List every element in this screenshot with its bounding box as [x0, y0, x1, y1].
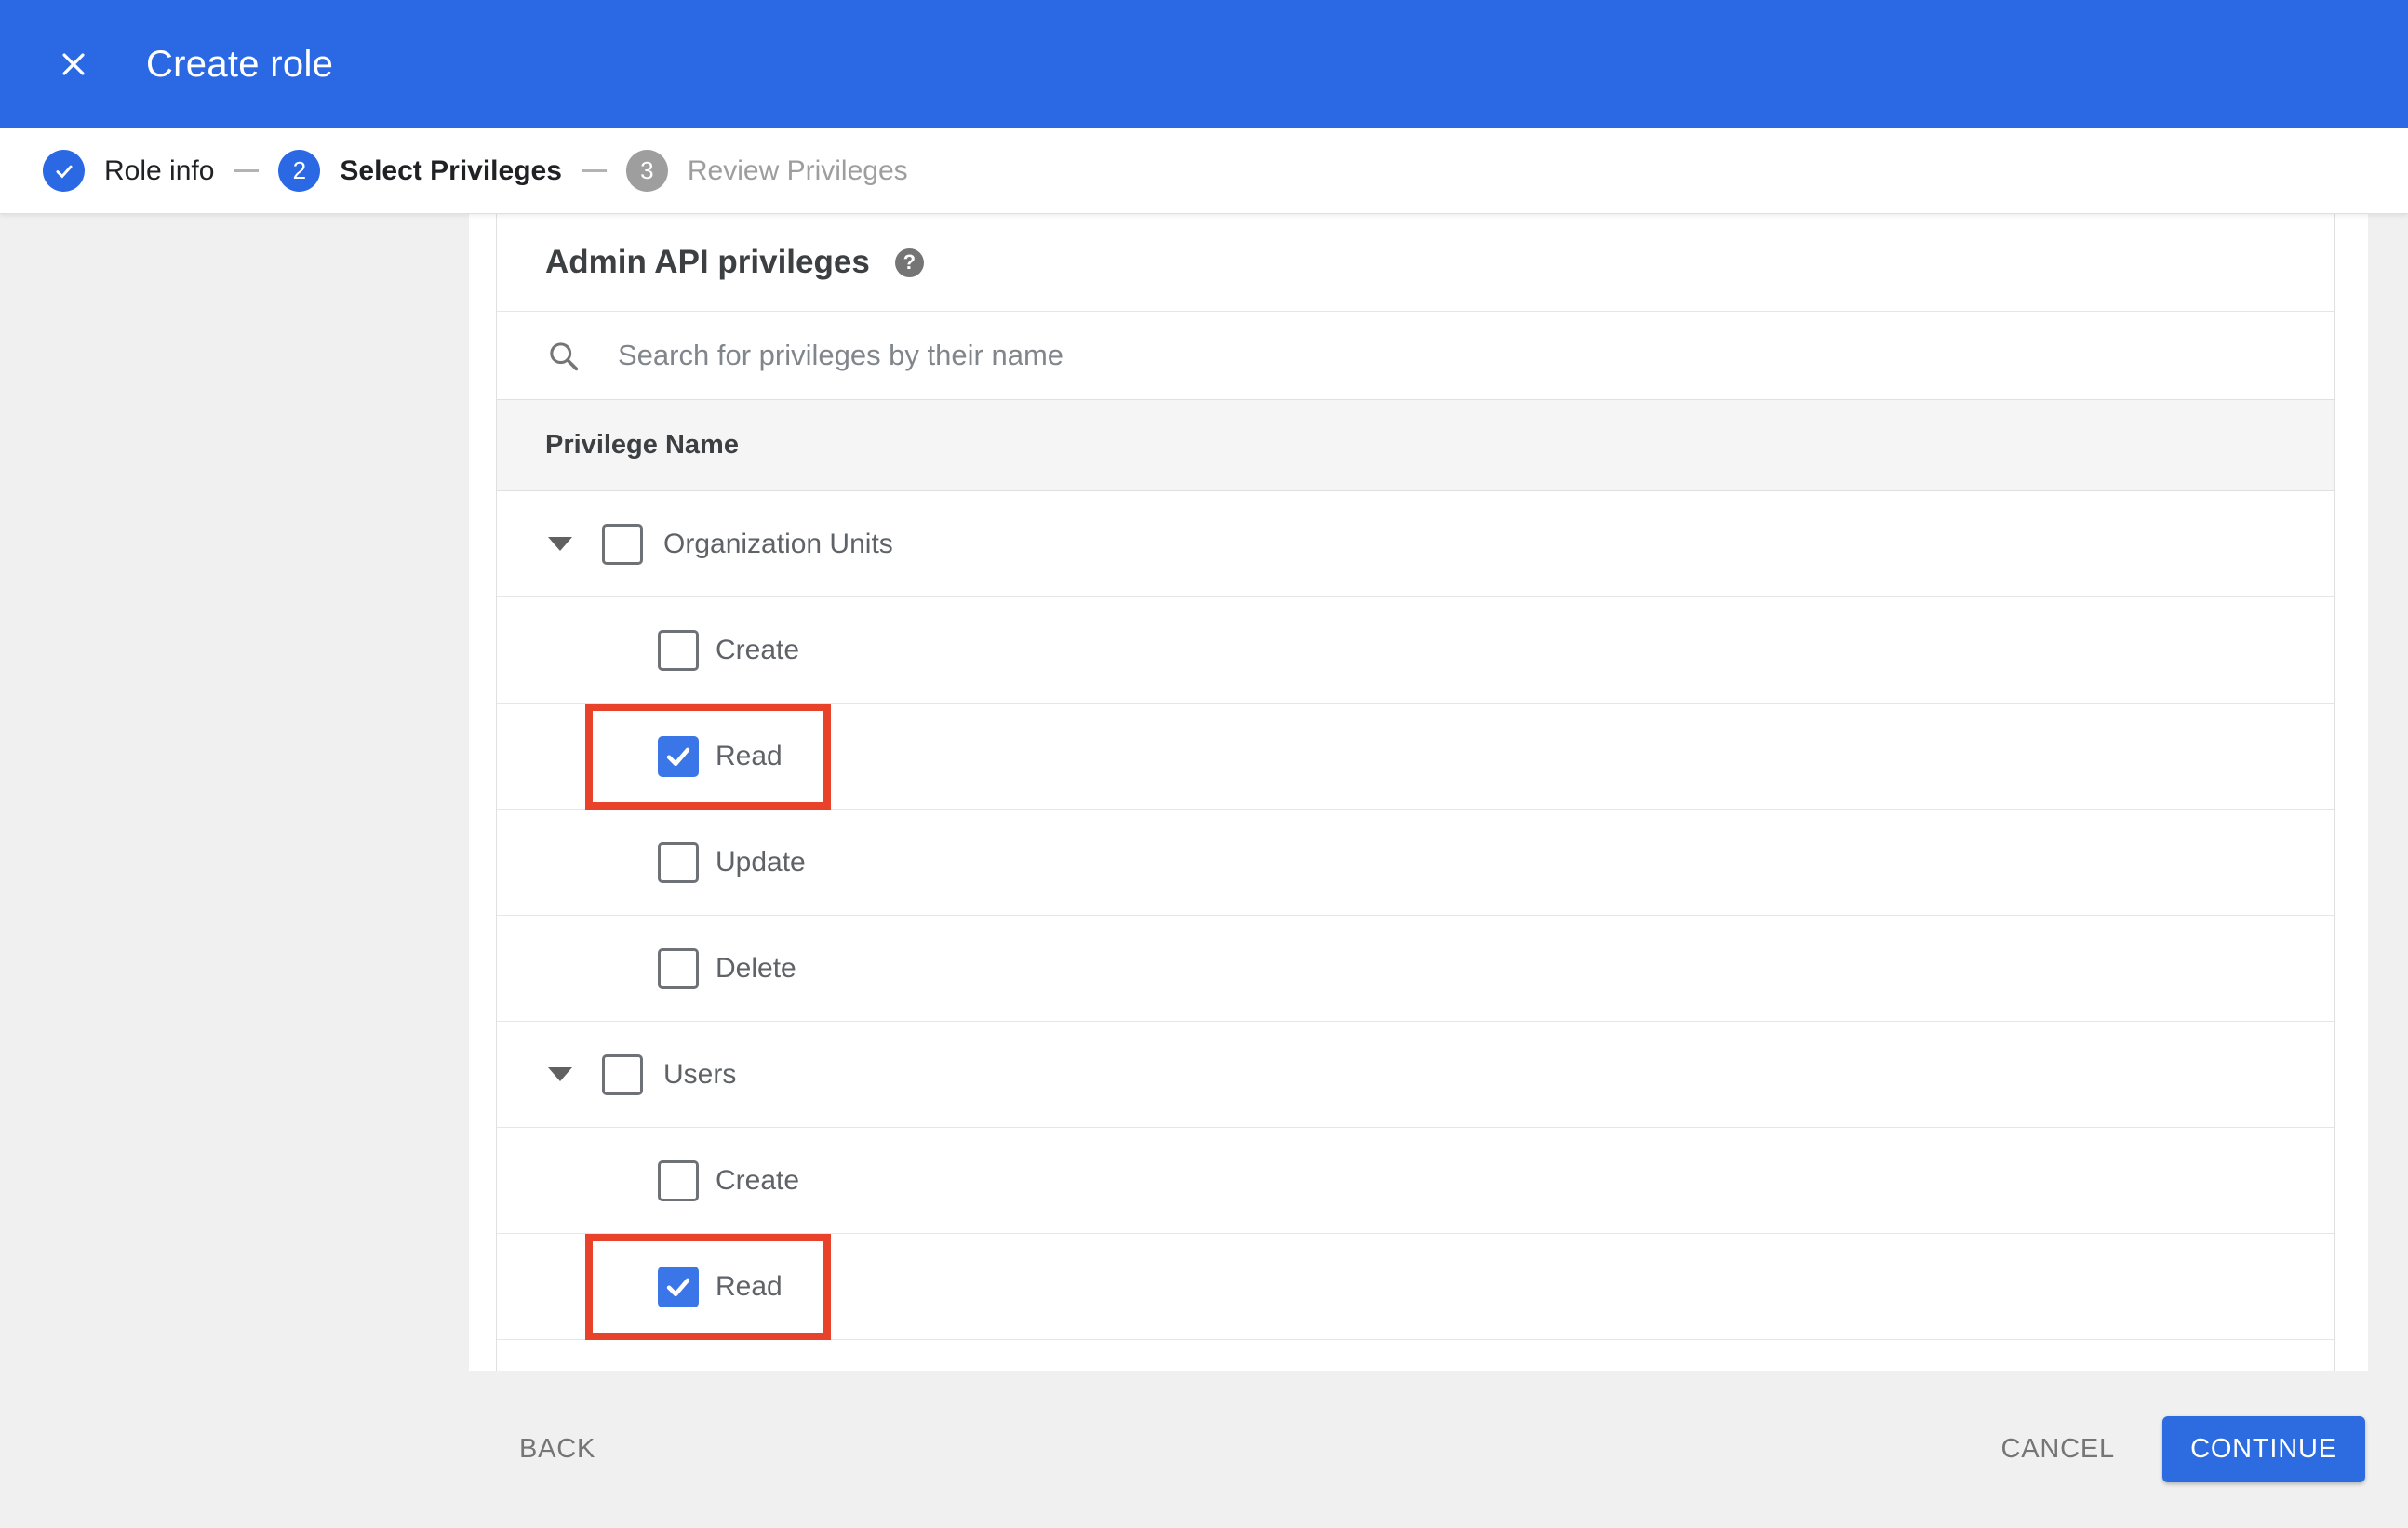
step-number: 2 [278, 150, 321, 192]
privilege-label: Organization Units [663, 528, 893, 559]
step-complete-check-icon [43, 150, 85, 192]
privilege-group-row: Users [497, 1022, 2334, 1128]
search-icon [550, 342, 579, 370]
collapse-arrow-icon[interactable] [548, 537, 572, 551]
privilege-checkbox[interactable] [602, 523, 643, 565]
table-header-row: Privilege Name [497, 400, 2334, 491]
privilege-rows: Organization Units Create Read Update Delete… [497, 491, 2334, 1340]
table-header-label: Privilege Name [545, 430, 739, 460]
section-title: Admin API privileges [545, 244, 870, 280]
highlight-box [585, 704, 831, 810]
search-input[interactable] [616, 338, 2012, 373]
privilege-label: Update [716, 846, 806, 878]
collapse-arrow-icon[interactable] [548, 1067, 572, 1081]
privilege-row: Read [497, 704, 2334, 810]
privilege-row: Create [497, 597, 2334, 704]
back-button[interactable]: BACK [519, 1434, 595, 1465]
privilege-label: Delete [716, 952, 796, 984]
stepper: Role info 2 Select Privileges 3 Review P… [0, 128, 2408, 214]
step-select-privileges[interactable]: 2 Select Privileges [278, 150, 562, 192]
privileges-card: Admin API privileges ? Privilege Name Or… [496, 214, 2335, 1371]
privilege-checkbox[interactable] [658, 841, 699, 883]
privilege-checkbox[interactable] [658, 629, 699, 671]
privilege-checkbox[interactable] [658, 735, 699, 777]
privilege-row: Delete [497, 916, 2334, 1022]
privilege-label: Read [716, 740, 783, 771]
close-icon[interactable] [53, 44, 94, 85]
privilege-row: Read [497, 1234, 2334, 1340]
privilege-label: Create [716, 1164, 800, 1196]
cancel-button[interactable]: CANCEL [2001, 1434, 2115, 1465]
create-role-dialog: Create role Role info 2 Select Privilege… [0, 0, 2408, 1528]
privilege-checkbox[interactable] [658, 1266, 699, 1307]
step-connector [234, 169, 260, 172]
x-glyph [62, 53, 85, 75]
step-connector [581, 169, 607, 172]
privilege-row: Create [497, 1128, 2334, 1234]
search-row [497, 312, 2334, 400]
privilege-checkbox[interactable] [602, 1053, 643, 1095]
step-label: Review Privileges [687, 154, 908, 186]
privilege-label: Read [716, 1270, 783, 1302]
privilege-checkbox[interactable] [658, 1159, 699, 1201]
step-label: Role info [104, 154, 215, 186]
step-review-privileges[interactable]: 3 Review Privileges [625, 150, 908, 192]
privilege-group-row: Organization Units [497, 491, 2334, 597]
step-number: 3 [625, 150, 668, 192]
continue-button[interactable]: CONTINUE [2162, 1416, 2365, 1482]
partial-row [497, 1340, 2334, 1371]
privilege-row: Update [497, 810, 2334, 916]
highlight-box [585, 1234, 831, 1340]
content-panel: Admin API privileges ? Privilege Name Or… [469, 214, 2368, 1371]
step-role-info[interactable]: Role info [43, 150, 214, 192]
privilege-checkbox[interactable] [658, 947, 699, 989]
help-icon[interactable]: ? [894, 248, 924, 277]
step-label: Select Privileges [340, 154, 562, 186]
dialog-title: Create role [146, 43, 334, 85]
privilege-label: Create [716, 634, 800, 665]
section-title-row: Admin API privileges ? [497, 214, 2334, 312]
page-background: Admin API privileges ? Privilege Name Or… [0, 214, 2408, 1371]
privilege-label: Users [663, 1058, 737, 1090]
footer-bar: BACK CANCEL CONTINUE [0, 1371, 2408, 1528]
titlebar: Create role [0, 0, 2408, 128]
